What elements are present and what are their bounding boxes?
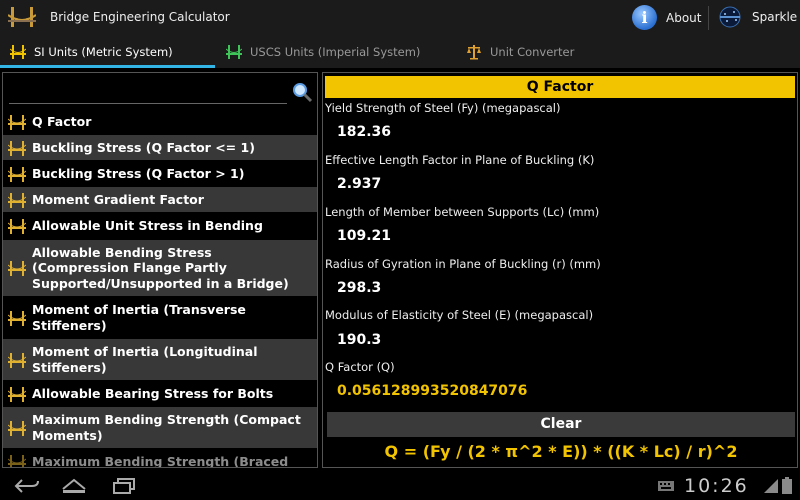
tab-label: USCS Units (Imperial System) [250, 45, 421, 59]
clear-button[interactable]: Clear [327, 412, 795, 437]
list-item-label: Allowable Unit Stress in Bending [32, 218, 263, 234]
input-fy[interactable]: 182.36 [337, 124, 391, 140]
tab-si-units[interactable]: SI Units (Metric System) [0, 36, 215, 68]
list-item[interactable]: Allowable Unit Stress in Bending [3, 213, 317, 240]
list-item-label: Moment Gradient Factor [32, 191, 204, 207]
action-divider [708, 6, 709, 30]
field-label-lc: Length of Member between Supports (Lc) (… [325, 205, 600, 219]
info-icon: i [632, 5, 657, 30]
about-button[interactable]: i About [632, 5, 701, 30]
list-item-label: Buckling Stress (Q Factor <= 1) [32, 139, 255, 155]
bridge-icon [8, 140, 26, 156]
list-item-label: Maximum Bending Strength (Braced [32, 453, 289, 468]
action-bar: Bridge Engineering Calculator i About Sp… [0, 0, 800, 36]
tab-uscs-units[interactable]: USCS Units (Imperial System) [226, 36, 436, 68]
list-item[interactable]: Maximum Bending Strength (Compact Moment… [3, 407, 317, 449]
bridge-icon [8, 114, 26, 130]
sparkle-label: Sparkle [752, 10, 798, 24]
list-item-label: Allowable Bending Stress (Compression Fl… [32, 244, 289, 291]
input-k[interactable]: 2.937 [337, 176, 381, 192]
tab-label: SI Units (Metric System) [34, 45, 173, 59]
search-icon[interactable] [291, 81, 313, 103]
back-icon[interactable] [12, 477, 40, 495]
selected-tab-indicator [0, 65, 215, 68]
list-item[interactable]: Q Factor [3, 109, 317, 135]
bridge-icon [8, 352, 26, 368]
system-bar: 10:26 [0, 472, 800, 500]
list-item-label: Maximum Bending Strength (Compact Moment… [32, 412, 301, 443]
list-item-label: Moment of Inertia (Longitudinal Stiffene… [32, 344, 258, 375]
list-item[interactable]: Allowable Bending Stress (Compression Fl… [3, 240, 317, 297]
search-input[interactable] [9, 103, 287, 104]
result-label: Q Factor (Q) [325, 360, 395, 374]
bridge-icon [8, 310, 26, 326]
formula-list-panel: Q Factor Buckling Stress (Q Factor <= 1)… [2, 72, 318, 468]
list-item[interactable]: Moment Gradient Factor [3, 187, 317, 213]
list-item-label: Q Factor [32, 113, 92, 129]
signal-icon [764, 479, 778, 493]
field-label-k: Effective Length Factor in Plane of Buck… [325, 153, 595, 167]
scale-icon [467, 45, 481, 60]
list-item[interactable]: Buckling Stress (Q Factor > 1) [3, 161, 317, 187]
field-label-r: Radius of Gyration in Plane of Buckling … [325, 257, 601, 271]
tab-unit-converter[interactable]: Unit Converter [466, 36, 666, 68]
formula-list: Q Factor Buckling Stress (Q Factor <= 1)… [3, 109, 317, 468]
battery-icon [782, 477, 792, 494]
calculator-title: Q Factor [325, 76, 795, 98]
list-item[interactable]: Allowable Bearing Stress for Bolts [3, 381, 317, 407]
field-label-fy: Yield Strength of Steel (Fy) (megapascal… [325, 101, 561, 115]
bridge-icon [8, 420, 26, 436]
calculator-panel: Q Factor Yield Strength of Steel (Fy) (m… [322, 72, 798, 468]
input-e[interactable]: 190.3 [337, 332, 381, 348]
list-item-label: Moment of Inertia (Transverse Stiffeners… [32, 302, 246, 333]
formula-text: Q = (Fy / (2 * π^2 * E)) * ((K * Lc) / r… [384, 442, 738, 461]
recent-apps-icon[interactable] [110, 477, 138, 495]
list-item[interactable]: Moment of Inertia (Transverse Stiffeners… [3, 297, 317, 339]
bridge-icon [8, 192, 26, 208]
bridge-icon[interactable] [8, 5, 36, 29]
list-item[interactable]: Buckling Stress (Q Factor <= 1) [3, 135, 317, 161]
bridge-icon [8, 454, 26, 467]
sparkle-logo-icon [719, 6, 741, 28]
field-label-e: Modulus of Elasticity of Steel (E) (mega… [325, 308, 594, 322]
list-item[interactable]: Maximum Bending Strength (Braced [3, 449, 317, 468]
sparkle-button[interactable]: Sparkle [716, 6, 797, 28]
clock: 10:26 [684, 475, 749, 497]
input-r[interactable]: 298.3 [337, 280, 381, 296]
tab-bar: SI Units (Metric System) USCS Units (Imp… [0, 36, 800, 68]
bridge-icon [10, 45, 26, 59]
bridge-icon [226, 45, 242, 59]
bridge-icon [8, 166, 26, 182]
result-value: 0.056128993520847076 [337, 383, 528, 399]
list-item-label: Buckling Stress (Q Factor > 1) [32, 165, 245, 181]
bridge-icon [8, 386, 26, 402]
keyboard-icon [658, 481, 674, 491]
about-label: About [666, 10, 702, 25]
app-title: Bridge Engineering Calculator [50, 10, 230, 24]
bridge-icon [8, 219, 26, 234]
list-item[interactable]: Moment of Inertia (Longitudinal Stiffene… [3, 339, 317, 381]
input-lc[interactable]: 109.21 [337, 228, 391, 244]
tab-label: Unit Converter [490, 45, 575, 59]
bridge-icon [8, 261, 26, 276]
home-icon[interactable] [60, 477, 88, 495]
list-item-label: Allowable Bearing Stress for Bolts [32, 385, 274, 401]
